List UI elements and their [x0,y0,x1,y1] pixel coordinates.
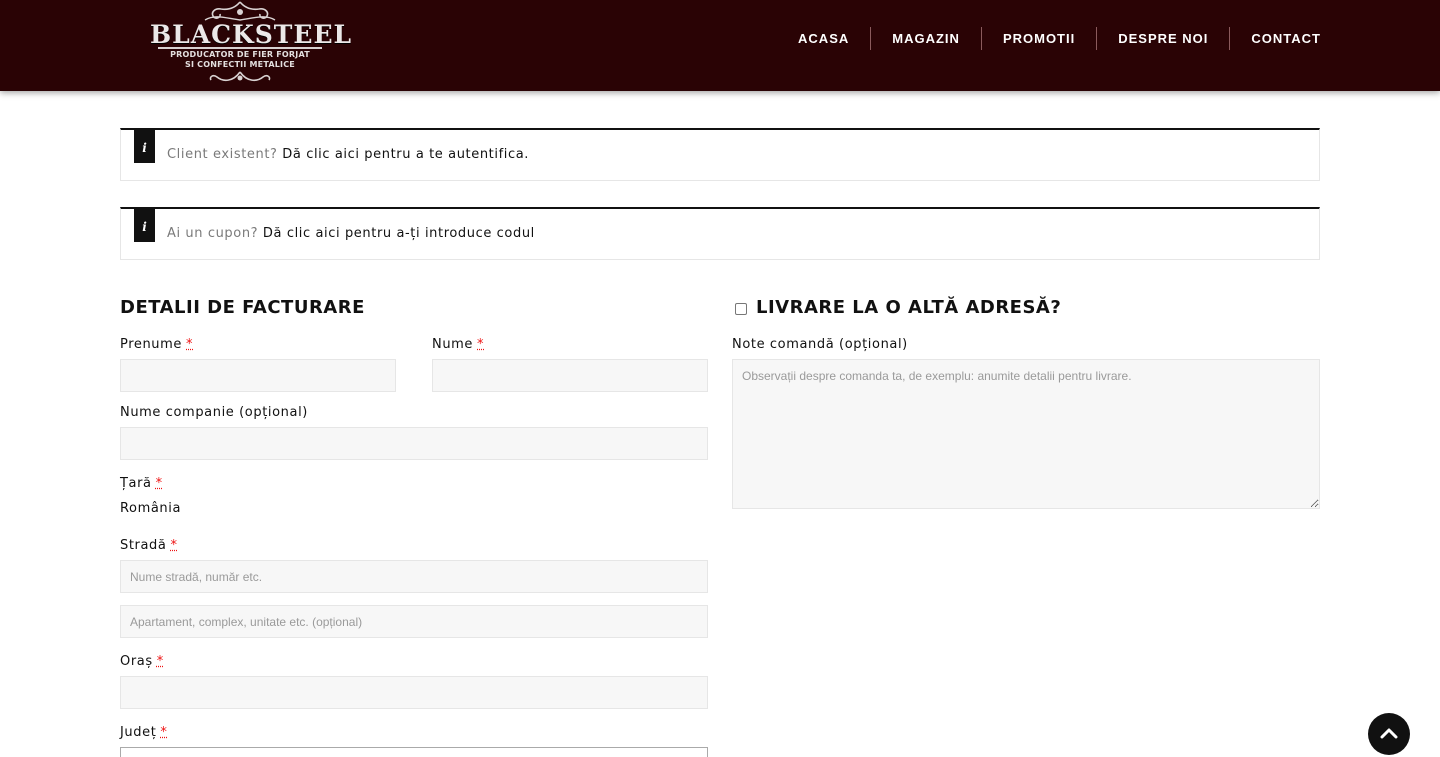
chevron-up-icon [1379,724,1399,744]
required-mark: * [160,725,167,740]
required-mark: * [186,337,193,352]
brand-name: BLACKSTEEL [150,20,330,49]
main-nav: ACASA MAGAZIN PROMOTII DESPRE NOI CONTAC… [777,26,1342,50]
login-notice-prompt: Client existent? [167,147,278,162]
first-name-label: Prenume * [120,337,193,352]
city-label: Oraș * [120,654,164,669]
nav-item-promotii[interactable]: PROMOTII [982,26,1096,50]
brand-tagline-line1: PRODUCATOR DE FIER FORJAT [150,50,330,60]
required-mark: * [170,538,177,553]
ornament-icon [205,68,275,86]
nav-item-magazin[interactable]: MAGAZIN [871,26,981,50]
nav-item-contact[interactable]: CONTACT [1230,26,1342,50]
last-name-label: Nume * [432,337,484,352]
order-notes-label: Note comandă (opțional) [732,337,908,352]
street2-input[interactable] [120,605,708,638]
country-value: România [120,501,181,516]
scroll-to-top-button[interactable] [1368,713,1410,755]
coupon-notice-prompt: Ai un cupon? [167,226,258,241]
country-label-text: Țară [120,476,152,491]
login-notice: i Client existent? Dă clic aici pentru a… [120,128,1320,181]
street-label-text: Stradă [120,538,166,553]
brand-tagline: PRODUCATOR DE FIER FORJAT SI CONFECTII M… [150,50,330,70]
first-name-input[interactable] [120,359,396,392]
city-label-text: Oraș [120,654,153,669]
company-input[interactable] [120,427,708,460]
shipping-title[interactable]: LIVRARE LA O ALTĂ ADRESĂ? [756,297,1061,318]
street-input[interactable] [120,560,708,593]
coupon-notice: i Ai un cupon? Dă clic aici pentru a-ți … [120,207,1320,260]
info-icon: i [134,207,155,242]
required-mark: * [157,654,164,669]
login-notice-text: Client existent? Dă clic aici pentru a t… [167,147,529,162]
nav-item-acasa[interactable]: ACASA [777,26,870,50]
billing-title: DETALII DE FACTURARE [120,297,365,318]
nav-item-despre-noi[interactable]: DESPRE NOI [1097,26,1229,50]
site-header: BLACKSTEEL PRODUCATOR DE FIER FORJAT SI … [0,0,1440,91]
coupon-notice-text: Ai un cupon? Dă clic aici pentru a-ți in… [167,226,535,241]
street-label: Stradă * [120,538,178,553]
login-link[interactable]: Dă clic aici pentru a te autentifica. [282,147,529,162]
logo-divider [158,47,322,49]
coupon-link[interactable]: Dă clic aici pentru a-ți introduce codul [263,226,535,241]
last-name-label-text: Nume [432,337,473,352]
last-name-input[interactable] [432,359,708,392]
required-mark: * [477,337,484,352]
city-input[interactable] [120,676,708,709]
country-label: Țară * [120,476,163,491]
county-select[interactable] [120,747,708,757]
brand-logo[interactable]: BLACKSTEEL PRODUCATOR DE FIER FORJAT SI … [150,0,330,88]
first-name-label-text: Prenume [120,337,182,352]
required-mark: * [156,476,163,491]
order-notes-textarea[interactable] [732,359,1320,509]
info-icon: i [134,128,155,163]
company-label: Nume companie (opțional) [120,405,308,420]
county-label-text: Județ [120,725,156,740]
county-label: Județ * [120,725,168,740]
ship-different-address-checkbox[interactable] [735,303,747,315]
